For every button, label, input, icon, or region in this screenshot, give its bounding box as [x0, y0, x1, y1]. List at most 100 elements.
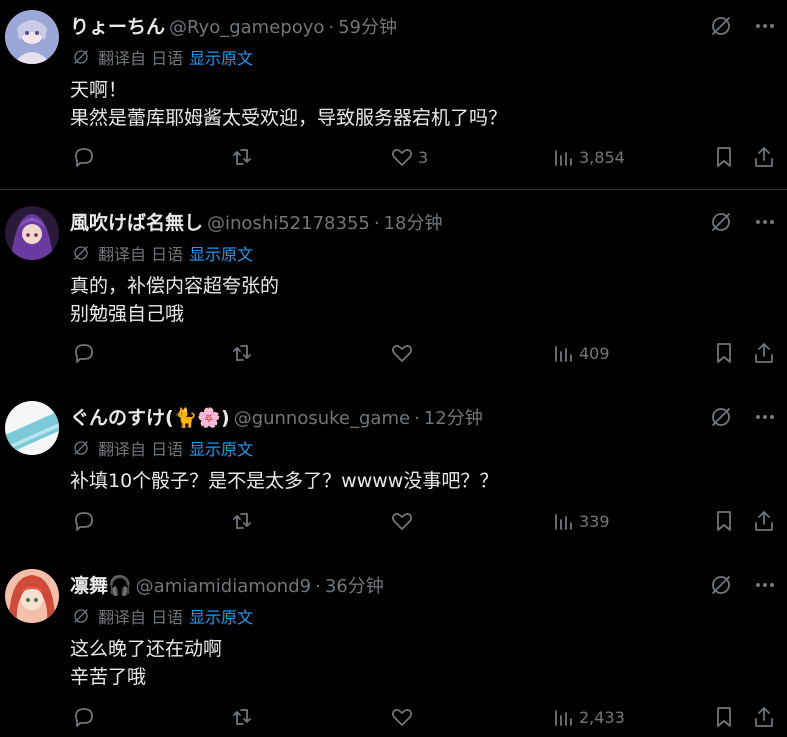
tweet-top-actions	[709, 573, 777, 597]
tweet-header: 風吹けば名無し @inoshi52178355 · 18分钟	[70, 208, 442, 236]
tweet-text-line: 这么晚了还在动啊	[70, 638, 223, 660]
repost-button[interactable]	[230, 145, 258, 169]
action-bar: 2,433	[0, 705, 787, 731]
views-button[interactable]: 409	[551, 341, 610, 365]
avatar[interactable]	[5, 569, 59, 623]
tweet-text-line: 果然是蕾库耶姆酱太受欢迎，导致服务器宕机了吗？	[70, 107, 508, 129]
action-bar: 339	[0, 509, 787, 535]
avatar[interactable]	[5, 10, 59, 64]
timestamp[interactable]: 12分钟	[424, 404, 483, 430]
share-icon	[755, 511, 773, 531]
tweet-top-actions	[709, 14, 777, 38]
tweet-text-line: 别勉强自己哦	[70, 303, 185, 325]
repost-button[interactable]	[230, 509, 258, 533]
views-button[interactable]: 3,854	[551, 145, 625, 169]
like-button[interactable]	[390, 705, 418, 729]
repost-button[interactable]	[230, 705, 258, 729]
views-button[interactable]: 2,433	[551, 705, 625, 729]
tweet-text-line: 真的，补偿内容超夸张的	[70, 275, 280, 297]
like-count: 3	[418, 147, 429, 167]
show-original-link[interactable]: 显示原文	[189, 436, 253, 460]
reply-icon	[75, 148, 93, 167]
avatar[interactable]	[5, 401, 59, 455]
repost-icon	[233, 513, 251, 529]
separator-dot: ·	[414, 408, 420, 429]
more-options-icon[interactable]	[753, 14, 777, 38]
display-name[interactable]: りょーちん	[70, 12, 165, 39]
share-button[interactable]	[752, 705, 776, 729]
tweet[interactable]: りょーちん @Ryo_gamepoyo · 59分钟 翻译自 日语 显示原文 天…	[0, 0, 787, 190]
bookmark-button[interactable]	[712, 145, 736, 169]
timestamp[interactable]: 18分钟	[384, 209, 443, 235]
bookmark-button[interactable]	[712, 705, 736, 729]
translation-bar: 翻译自 日语 显示原文	[72, 46, 253, 68]
grok-icon[interactable]	[709, 405, 733, 429]
bookmark-icon	[717, 707, 731, 727]
tweet[interactable]: ぐんのすけ(🐈🌸) @gunnosuke_game · 12分钟 翻译自 日语 …	[0, 391, 787, 553]
translation-bar: 翻译自 日语 显示原文	[72, 242, 253, 264]
views-icon	[555, 346, 572, 362]
more-options-icon[interactable]	[753, 405, 777, 429]
reply-button[interactable]	[72, 705, 100, 729]
translate-icon	[74, 50, 88, 64]
like-button[interactable]	[390, 341, 418, 365]
tweet-text-line: 天啊！	[70, 79, 128, 101]
grok-icon[interactable]	[709, 573, 733, 597]
user-handle[interactable]: @inoshi52178355	[207, 213, 370, 234]
like-icon	[391, 708, 413, 726]
tweet[interactable]: 凛舞🎧 @amiamidiamond9 · 36分钟 翻译自 日语 显示原文 这…	[0, 559, 787, 737]
avatar[interactable]	[5, 206, 59, 260]
timestamp[interactable]: 59分钟	[338, 13, 397, 39]
repost-icon	[233, 149, 251, 165]
tweet-header: 凛舞🎧 @amiamidiamond9 · 36分钟	[70, 571, 384, 599]
reply-button[interactable]	[72, 341, 100, 365]
bookmark-icon	[717, 147, 731, 167]
like-icon	[391, 148, 413, 166]
repost-icon	[233, 345, 251, 361]
translated-from-label: 翻译自 日语	[98, 245, 184, 264]
reply-button[interactable]	[72, 145, 100, 169]
like-button[interactable]	[390, 509, 418, 533]
share-button[interactable]	[752, 509, 776, 533]
show-original-link[interactable]: 显示原文	[189, 604, 253, 628]
display-name[interactable]: ぐんのすけ(🐈🌸)	[70, 403, 230, 430]
grok-icon[interactable]	[709, 210, 733, 234]
user-handle[interactable]: @Ryo_gamepoyo	[169, 17, 324, 38]
show-original-link[interactable]: 显示原文	[189, 241, 253, 265]
divider	[0, 189, 787, 190]
reply-icon	[75, 512, 93, 531]
bookmark-button[interactable]	[712, 509, 736, 533]
grok-icon[interactable]	[709, 14, 733, 38]
tweet[interactable]: 風吹けば名無し @inoshi52178355 · 18分钟 翻译自 日语 显示…	[0, 196, 787, 386]
more-options-icon[interactable]	[753, 210, 777, 234]
show-original-link[interactable]: 显示原文	[189, 45, 253, 69]
reply-feed: りょーちん @Ryo_gamepoyo · 59分钟 翻译自 日语 显示原文 天…	[0, 0, 787, 737]
more-options-icon[interactable]	[753, 573, 777, 597]
views-icon	[555, 710, 572, 726]
like-button[interactable]: 3	[390, 145, 428, 169]
translated-from-label: 翻译自 日语	[98, 440, 184, 459]
views-icon	[555, 150, 572, 166]
separator-dot: ·	[315, 576, 321, 597]
share-button[interactable]	[752, 341, 776, 365]
reply-button[interactable]	[72, 509, 100, 533]
display-name[interactable]: 凛舞🎧	[70, 571, 132, 598]
tweet-text-line: 补填10个骰子？是不是太多了？wwww没事吧？？	[70, 470, 499, 492]
translate-icon	[74, 441, 88, 455]
share-button[interactable]	[752, 145, 776, 169]
tweet-header: ぐんのすけ(🐈🌸) @gunnosuke_game · 12分钟	[70, 403, 483, 431]
share-icon	[755, 343, 773, 363]
display-name[interactable]: 風吹けば名無し	[70, 208, 203, 235]
views-icon	[555, 514, 572, 530]
timestamp[interactable]: 36分钟	[325, 572, 384, 598]
views-button[interactable]: 339	[551, 509, 610, 533]
tweet-text: 这么晚了还在动啊 辛苦了哦	[70, 635, 222, 691]
tweet-text: 天啊！ 果然是蕾库耶姆酱太受欢迎，导致服务器宕机了吗？	[70, 76, 507, 132]
like-icon	[391, 512, 413, 530]
translation-bar: 翻译自 日语 显示原文	[72, 605, 253, 627]
repost-button[interactable]	[230, 341, 258, 365]
user-handle[interactable]: @gunnosuke_game	[234, 408, 410, 429]
bookmark-button[interactable]	[712, 341, 736, 365]
user-handle[interactable]: @amiamidiamond9	[136, 576, 311, 597]
tweet-text-line: 辛苦了哦	[70, 666, 147, 688]
